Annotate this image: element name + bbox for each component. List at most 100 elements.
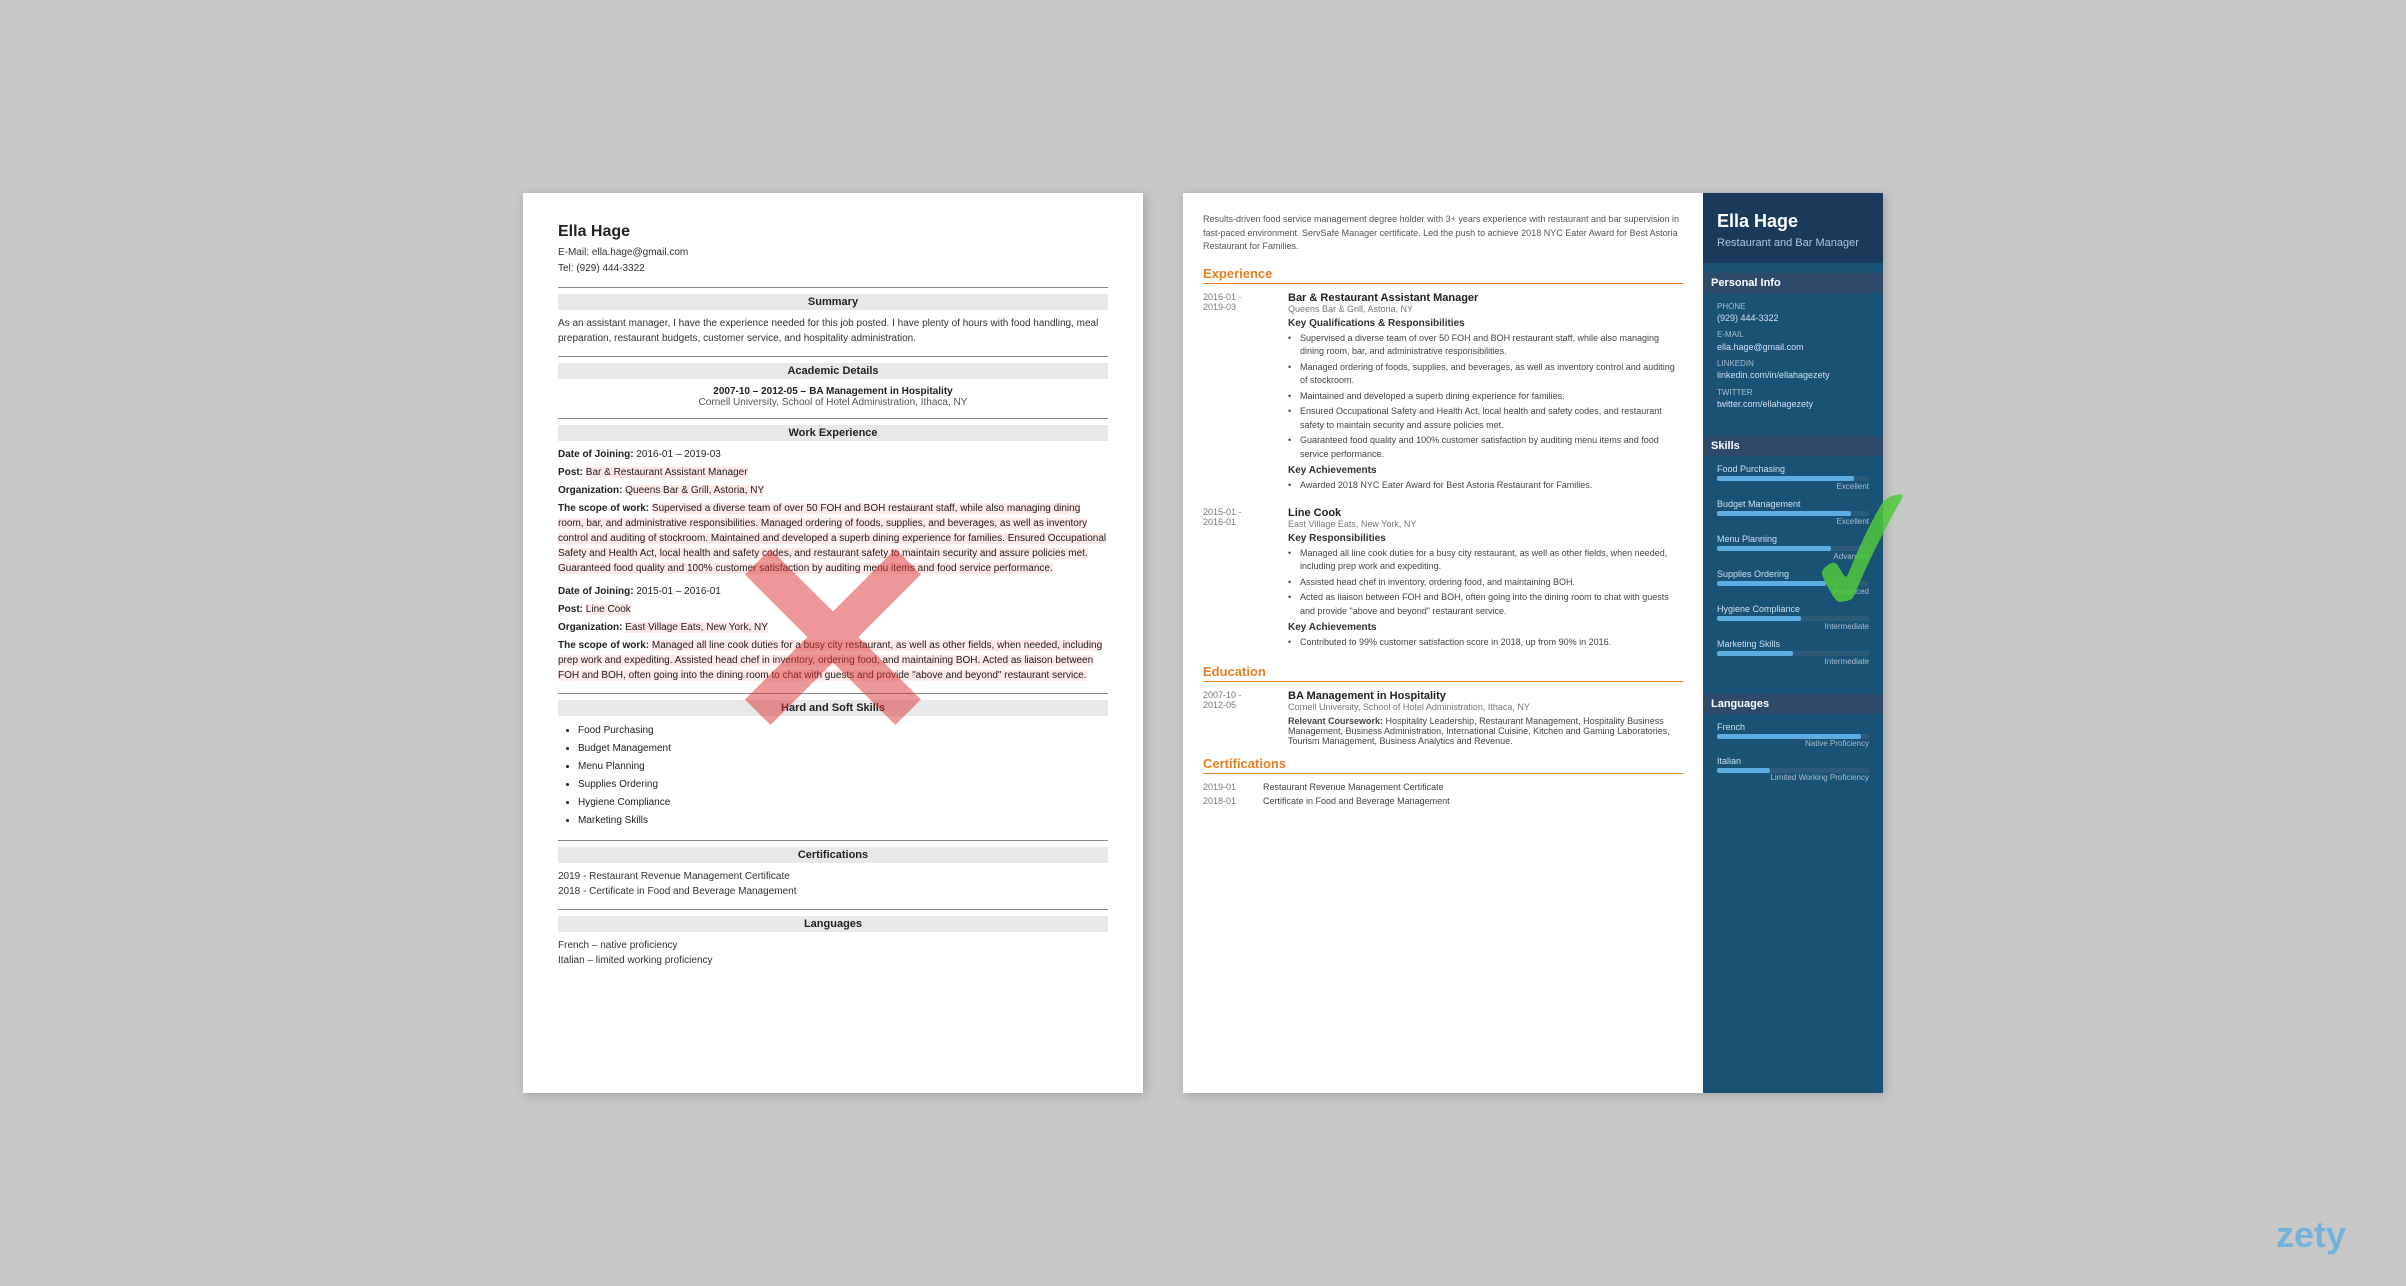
experience-header: Experience [1203, 266, 1683, 284]
skill-bar-fill-4 [1717, 616, 1801, 621]
job1-details: Bar & Restaurant Assistant Manager Queen… [1288, 292, 1683, 493]
coursework-label: Relevant Coursework: [1288, 716, 1383, 726]
skill-bar-fill-0 [1717, 476, 1854, 481]
edu-school: Cornell University, School of Hotel Admi… [1288, 702, 1683, 712]
lang-name-0: French [1717, 722, 1869, 732]
academic-dates: 2007-10 – 2012-05 – [713, 386, 806, 397]
job1-title: Bar & Restaurant Assistant Manager [1288, 292, 1683, 304]
cert2: 2018 - Certificate in Food and Beverage … [558, 884, 1108, 899]
skill-item: Menu Planning [578, 758, 1108, 776]
work1-post: Bar & Restaurant Assistant Manager [586, 467, 748, 478]
job1-bullet-2: Managed ordering of foods, supplies, and… [1288, 361, 1683, 388]
personal-info-title: Personal Info [1703, 273, 1883, 293]
cert2-date: 2018-01 [1203, 796, 1253, 806]
skill-level-4: Intermediate [1717, 622, 1869, 631]
job2-details: Line Cook East Village Eats, New York, N… [1288, 507, 1683, 650]
zety-watermark: zety [2276, 1214, 2346, 1256]
lang-level-0: Native Proficiency [1717, 739, 1869, 748]
skills-section: Skills Food Purchasing Excellent Budget … [1703, 426, 1883, 684]
skill-item: Hygiene Compliance [578, 794, 1108, 812]
skills-sidebar-title: Skills [1703, 436, 1883, 456]
linkedin-contact: LinkedIn linkedin.com/in/ellahagezety [1717, 358, 1869, 382]
skill-row-2: Menu Planning Advanced [1717, 534, 1869, 561]
work2-post-row: Post: Line Cook [558, 602, 1108, 617]
skill-level-0: Excellent [1717, 482, 1869, 491]
work2-date-row: Date of Joining: 2015-01 – 2016-01 [558, 584, 1108, 599]
intro-text: Results-driven food service management d… [1203, 213, 1683, 254]
skill-bar-bg-3 [1717, 581, 1869, 586]
lang-title: Languages [558, 916, 1108, 932]
work2-post: Line Cook [586, 604, 631, 615]
education-header: Education [1203, 664, 1683, 682]
plain-contact: E-Mail: ella.hage@gmail.com Tel: (929) 4… [558, 245, 1108, 277]
plain-name: Ella Hage [558, 223, 1108, 241]
job2-bullet-2: Assisted head chef in inventory, orderin… [1288, 576, 1683, 590]
summary-text: As an assistant manager, I have the expe… [558, 316, 1108, 346]
twitter-contact: Twitter twitter.com/ellahagezety [1717, 387, 1869, 411]
edu-coursework: Relevant Coursework: Hospitality Leaders… [1288, 716, 1683, 746]
work1-org-row: Organization: Queens Bar & Grill, Astori… [558, 483, 1108, 498]
sidebar: Ella Hage Restaurant and Bar Manager Per… [1703, 193, 1883, 1093]
cert-entry-1: 2019-01 Restaurant Revenue Management Ce… [1203, 782, 1683, 792]
job1-achieve-title: Key Achievements [1288, 465, 1683, 476]
plain-resume: ✕ Ella Hage E-Mail: ella.hage@gmail.com … [523, 193, 1143, 1093]
skill-level-1: Excellent [1717, 517, 1869, 526]
job1-bullet-3: Maintained and developed a superb dining… [1288, 390, 1683, 404]
job2-dates: 2015-01 - 2016-01 [1203, 507, 1278, 527]
work1-scope-label: The scope of work: [558, 503, 649, 514]
skill-name-4: Hygiene Compliance [1717, 604, 1869, 614]
work2-date: 2015-01 – 2016-01 [636, 586, 721, 597]
skill-row-0: Food Purchasing Excellent [1717, 464, 1869, 491]
skill-item: Food Purchasing [578, 722, 1108, 740]
skill-row-3: Supplies Ordering Advanced [1717, 569, 1869, 596]
personal-info-section: Personal Info Phone (929) 444-3322 E-mai… [1703, 263, 1883, 426]
academic-title: Academic Details [558, 363, 1108, 379]
skill-bar-bg-4 [1717, 616, 1869, 621]
job-entry-1: 2016-01 - 2019-03 Bar & Restaurant Assis… [1203, 292, 1683, 495]
work2-org-label: Organization: [558, 622, 622, 633]
job1-achieve-1: Awarded 2018 NYC Eater Award for Best As… [1288, 479, 1683, 493]
skill-level-2: Advanced [1717, 552, 1869, 561]
skill-item: Supplies Ordering [578, 776, 1108, 794]
job2-bullet-1: Managed all line cook duties for a busy … [1288, 547, 1683, 574]
cert-title: Certifications [558, 847, 1108, 863]
work1-post-row: Post: Bar & Restaurant Assistant Manager [558, 465, 1108, 480]
work1-scope-row: The scope of work: Supervised a diverse … [558, 501, 1108, 576]
job2-bullet-3: Acted as liaison between FOH and BOH, of… [1288, 591, 1683, 618]
skill-bar-bg-1 [1717, 511, 1869, 516]
languages-section: Languages French Native Proficiency Ital… [1703, 684, 1883, 800]
skill-row-1: Budget Management Excellent [1717, 499, 1869, 526]
tel-value: (929) 444-3322 [576, 263, 644, 274]
work1-date-row: Date of Joining: 2016-01 – 2019-03 [558, 447, 1108, 462]
job1-bullet-1: Supervised a diverse team of over 50 FOH… [1288, 332, 1683, 359]
work2-scope-row: The scope of work: Managed all line cook… [558, 638, 1108, 683]
email-contact: E-mail ella.hage@gmail.com [1717, 329, 1869, 353]
email-label: E-Mail: [558, 247, 589, 258]
skill-item: Marketing Skills [578, 812, 1108, 830]
job1-dates: 2016-01 - 2019-03 [1203, 292, 1278, 312]
skill-bar-bg-2 [1717, 546, 1869, 551]
cert-header: Certifications [1203, 756, 1683, 774]
edu-degree: BA Management in Hospitality [1288, 690, 1683, 702]
languages-title: Languages [1703, 694, 1883, 714]
job1-qual-title: Key Qualifications & Responsibilities [1288, 318, 1683, 329]
phone-contact: Phone (929) 444-3322 [1717, 301, 1869, 325]
job1-bullet-4: Ensured Occupational Safety and Health A… [1288, 405, 1683, 432]
work1-org: Queens Bar & Grill, Astoria, NY [625, 485, 764, 496]
sidebar-title: Restaurant and Bar Manager [1717, 237, 1869, 249]
skill-bar-fill-2 [1717, 546, 1831, 551]
skill-name-3: Supplies Ordering [1717, 569, 1869, 579]
skill-bar-fill-3 [1717, 581, 1826, 586]
edu-details: BA Management in Hospitality Cornell Uni… [1288, 690, 1683, 746]
job2-achieve-1: Contributed to 99% customer satisfaction… [1288, 636, 1683, 650]
work1-date: 2016-01 – 2019-03 [636, 449, 721, 460]
cert-entry-2: 2018-01 Certificate in Food and Beverage… [1203, 796, 1683, 806]
skill-name-0: Food Purchasing [1717, 464, 1869, 474]
lang2: Italian – limited working proficiency [558, 953, 1108, 968]
skill-bar-bg-0 [1717, 476, 1869, 481]
job2-achieve-title: Key Achievements [1288, 622, 1683, 633]
cert1-date: 2019-01 [1203, 782, 1253, 792]
skill-name-5: Marketing Skills [1717, 639, 1869, 649]
lang-name-1: Italian [1717, 756, 1869, 766]
work2-scope-label: The scope of work: [558, 640, 649, 651]
